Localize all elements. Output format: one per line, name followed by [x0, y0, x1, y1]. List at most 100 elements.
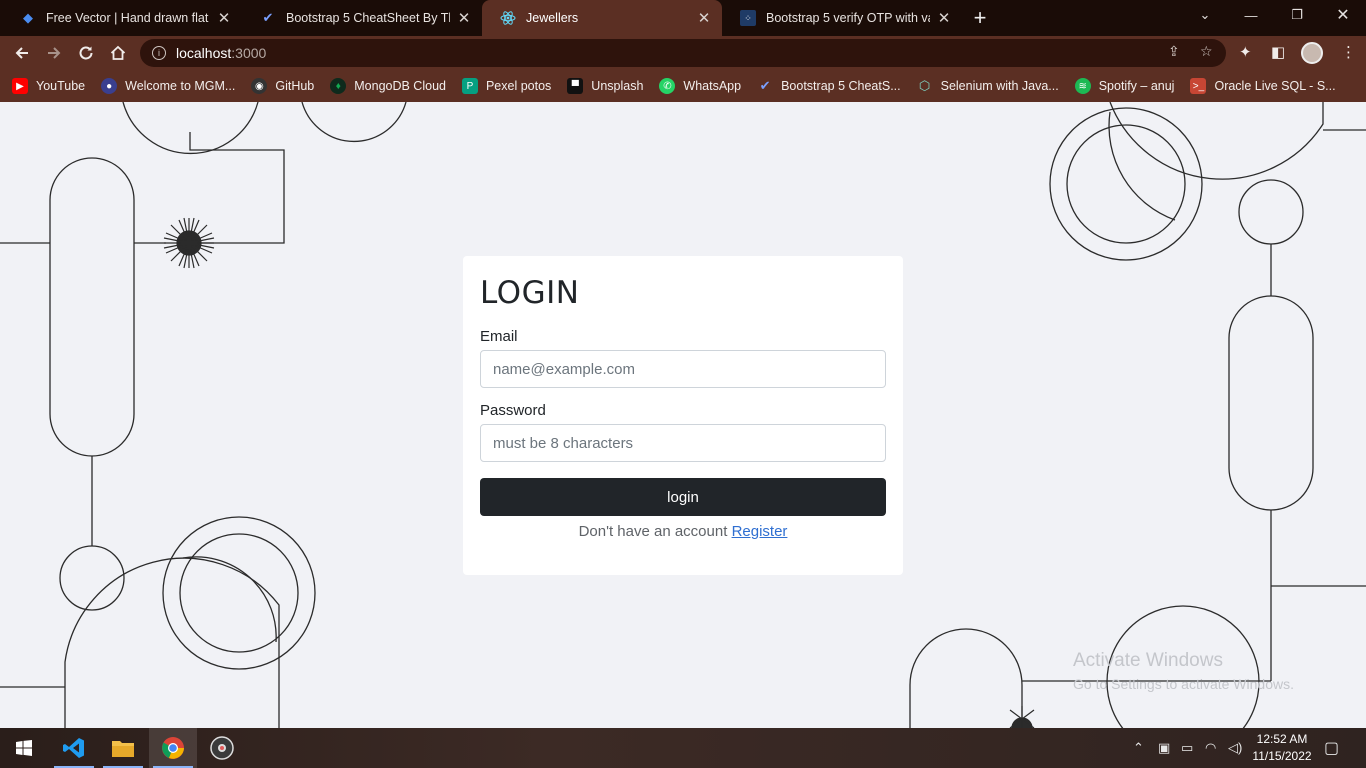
windows-start-icon	[16, 740, 32, 756]
home-button[interactable]	[105, 40, 131, 66]
bookmark-label: Pexel potos	[485, 79, 552, 93]
tray-chevron-up-icon[interactable]: ⌃	[1133, 740, 1144, 756]
bookmark-label: WhatsApp	[683, 79, 742, 93]
email-input[interactable]	[480, 350, 886, 388]
bookmark-oracle[interactable]: >_ Oracle Live SQL - S...	[1190, 78, 1336, 94]
browser-toolbar: i localhost:3000 ⇪ ☆ ✦ ◧ ⋮	[0, 36, 1366, 70]
bookmark-selenium[interactable]: ⬡ Selenium with Java...	[917, 78, 1059, 94]
selenium-icon: ⬡	[918, 78, 931, 93]
close-window-button[interactable]: ✕	[1320, 0, 1366, 30]
url-host: localhost	[176, 45, 232, 61]
bookmark-label: Bootstrap 5 CheatS...	[781, 79, 901, 93]
file-explorer-taskbar-button[interactable]	[99, 728, 147, 768]
bookmark-mgm[interactable]: ● Welcome to MGM...	[101, 78, 235, 94]
tab-title: Jewellers	[526, 11, 579, 25]
reload-button[interactable]	[73, 40, 99, 66]
tab-search-chevron-icon[interactable]: ⌄	[1182, 0, 1228, 30]
close-tab-icon[interactable]: ✕	[696, 9, 712, 27]
bookmark-youtube[interactable]: ▶ YouTube	[12, 78, 85, 94]
system-clock[interactable]: 12:52 AM 11/15/2022	[1244, 731, 1320, 765]
address-bar[interactable]: i localhost:3000	[140, 39, 1226, 67]
vscode-icon	[63, 738, 84, 758]
bookmark-mongodb[interactable]: ♦ MongoDB Cloud	[330, 78, 446, 94]
file-explorer-icon	[112, 741, 134, 757]
close-tab-icon[interactable]: ✕	[456, 9, 472, 27]
notification-center-icon[interactable]: ▢	[1324, 738, 1339, 758]
home-icon	[110, 45, 126, 60]
bookmark-label: Spotify – anuj	[1098, 79, 1175, 93]
obs-taskbar-button[interactable]	[198, 728, 246, 768]
bookmark-unsplash[interactable]: ▀ Unsplash	[567, 78, 643, 94]
windows-start-button[interactable]	[0, 728, 48, 768]
register-prompt-text: Don't have an account	[578, 523, 728, 540]
bookmark-spotify[interactable]: ≋ Spotify – anuj	[1074, 78, 1175, 94]
chrome-taskbar-button[interactable]	[149, 728, 197, 768]
menu-kebab-icon[interactable]: ⋮	[1341, 43, 1356, 61]
youtube-icon: ▶	[12, 78, 28, 94]
back-button[interactable]	[9, 40, 35, 66]
volume-icon[interactable]: ◁)	[1228, 740, 1242, 756]
tab-jewellers[interactable]: Jewellers ✕	[482, 0, 722, 36]
back-arrow-icon	[15, 47, 28, 59]
new-tab-button[interactable]: +	[962, 0, 998, 36]
share-icon[interactable]: ⇪	[1168, 43, 1180, 60]
forward-button[interactable]	[41, 40, 67, 66]
vscode-taskbar-button[interactable]	[50, 728, 98, 768]
mongodb-icon: ♦	[330, 78, 347, 94]
extensions-icon[interactable]: ✦	[1239, 43, 1252, 61]
react-icon	[500, 10, 516, 26]
clock-date: 11/15/2022	[1252, 749, 1312, 763]
profile-avatar[interactable]	[1301, 42, 1323, 64]
freepik-icon: ◆	[23, 10, 33, 25]
password-input[interactable]	[480, 424, 886, 462]
bootstrap-cheatsheet-icon: ✔	[262, 10, 274, 25]
login-button[interactable]: login	[480, 478, 886, 516]
mgm-icon: ●	[101, 78, 118, 94]
chrome-icon	[162, 737, 184, 759]
bookmark-label: Selenium with Java...	[940, 79, 1059, 93]
wifi-icon[interactable]: ◠	[1205, 740, 1216, 756]
reload-icon	[79, 46, 93, 60]
tab-title: Bootstrap 5 CheatSheet By Them	[286, 11, 450, 25]
login-heading: LOGIN	[480, 275, 580, 311]
register-prompt: Don't have an account Register	[480, 523, 886, 540]
restore-button[interactable]: ❐	[1274, 0, 1320, 30]
bookmark-label: GitHub	[275, 79, 315, 93]
bookmark-whatsapp[interactable]: ✆ WhatsApp	[659, 78, 741, 94]
minimize-button[interactable]: —	[1228, 0, 1274, 30]
bootstrap-cheatsheet-icon: ✔	[759, 78, 771, 93]
email-label: Email	[480, 328, 518, 345]
page-viewport: LOGIN Email Password login Don't have an…	[0, 102, 1366, 728]
register-link[interactable]: Register	[732, 523, 788, 540]
bookmark-github[interactable]: ◉ GitHub	[251, 78, 314, 94]
watermark-title: Activate Windows	[1073, 650, 1223, 671]
tab-title: Free Vector | Hand drawn flat des	[46, 11, 210, 25]
watermark-subtitle: Go to Settings to activate Windows.	[1073, 676, 1294, 692]
obs-icon	[210, 736, 234, 760]
github-icon: ◉	[251, 78, 268, 94]
meet-now-icon[interactable]: ▣	[1158, 740, 1170, 756]
unsplash-icon: ▀	[567, 78, 584, 94]
verify-otp-icon: ⁘	[740, 10, 756, 26]
close-tab-icon[interactable]: ✕	[936, 9, 952, 27]
bookmark-star-icon[interactable]: ☆	[1200, 43, 1213, 60]
bookmark-label: Oracle Live SQL - S...	[1214, 79, 1336, 93]
bookmark-label: YouTube	[36, 79, 86, 93]
side-panel-icon[interactable]: ◧	[1271, 43, 1285, 61]
close-tab-icon[interactable]: ✕	[216, 9, 232, 27]
whatsapp-icon: ✆	[659, 78, 676, 94]
bookmark-label: Welcome to MGM...	[125, 79, 236, 93]
bookmark-pexels[interactable]: P Pexel potos	[461, 78, 552, 94]
bookmark-label: MongoDB Cloud	[354, 79, 446, 93]
oracle-icon: >_	[1190, 78, 1207, 94]
battery-icon[interactable]: ▭	[1181, 740, 1193, 756]
tab-verify-otp[interactable]: ⁘ Bootstrap 5 verify OTP with valid ✕	[722, 0, 962, 36]
login-card: LOGIN Email Password login Don't have an…	[463, 256, 903, 575]
bookmark-bootstrap-cheatsheet[interactable]: ✔ Bootstrap 5 CheatS...	[757, 78, 901, 94]
site-info-icon[interactable]: i	[152, 46, 166, 60]
clock-time: 12:52 AM	[1256, 732, 1308, 746]
url-port: :3000	[231, 45, 267, 61]
tab-bootstrap-cheatsheet[interactable]: ✔ Bootstrap 5 CheatSheet By Them ✕	[242, 0, 482, 36]
tab-strip: ◆ Free Vector | Hand drawn flat des ✕ ✔ …	[0, 0, 1366, 36]
tab-freepik[interactable]: ◆ Free Vector | Hand drawn flat des ✕	[2, 0, 242, 36]
